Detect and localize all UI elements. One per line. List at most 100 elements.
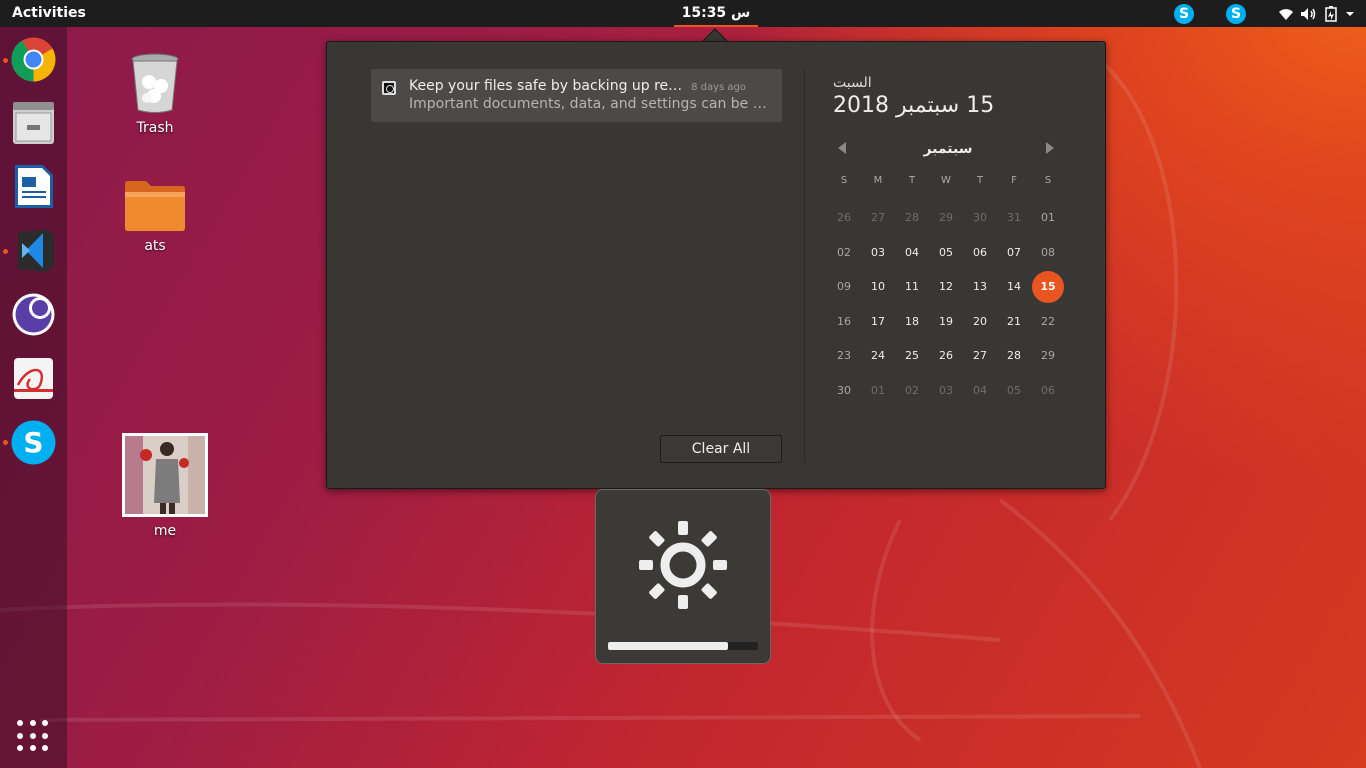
calendar-day[interactable]: 27 [861, 202, 895, 234]
calendar-day[interactable]: 06 [963, 237, 997, 269]
vpn-app-icon[interactable] [10, 291, 57, 338]
running-indicator [3, 440, 8, 445]
calendar-day[interactable]: 30 [827, 375, 861, 407]
skype-dock-icon[interactable]: S [10, 419, 57, 466]
skype-icon[interactable]: S [1174, 3, 1194, 24]
calendar-day-label: 12 [939, 280, 953, 294]
dock: S [0, 27, 67, 768]
calendar-day[interactable]: 31 [997, 202, 1031, 234]
calendar-day[interactable]: 28 [895, 202, 929, 234]
calendar-day[interactable]: 30 [963, 202, 997, 234]
calendar-day[interactable]: 15 [1031, 271, 1065, 304]
desktop-icon-label: me [153, 523, 177, 539]
calendar-day[interactable]: 24 [861, 340, 895, 372]
ats-folder[interactable]: ats [115, 180, 195, 254]
calendar-day[interactable]: 28 [997, 340, 1031, 372]
calendar-day[interactable]: 12 [929, 271, 963, 303]
calendar-day-label: 19 [939, 314, 953, 328]
wifi-icon[interactable] [1278, 7, 1294, 21]
divider [804, 69, 805, 463]
calendar-day[interactable]: 06 [1031, 375, 1065, 407]
calendar-day-label: 15 [1032, 271, 1064, 304]
calendar-day[interactable]: 13 [963, 271, 997, 303]
calendar-day[interactable]: 29 [1031, 340, 1065, 372]
calendar-day-label: 25 [905, 349, 919, 363]
calendar-day[interactable]: 01 [1031, 202, 1065, 234]
calendar-day[interactable]: 08 [1031, 237, 1065, 269]
next-month-icon[interactable] [1046, 142, 1054, 154]
calendar-day[interactable]: 26 [929, 340, 963, 372]
calendar-day[interactable]: 20 [963, 306, 997, 338]
calendar-day-label: 07 [1007, 245, 1021, 259]
clear-all-button[interactable]: Clear All [660, 435, 782, 463]
pdf-viewer-icon[interactable] [10, 355, 57, 402]
calendar-day-label: 03 [939, 383, 953, 397]
skype-icon[interactable]: S [1226, 3, 1246, 24]
calendar-day[interactable]: 07 [997, 237, 1031, 269]
brightness-level-bar [608, 642, 758, 650]
chrome-icon[interactable] [10, 36, 57, 83]
clock-button[interactable]: س 15:35 [674, 0, 758, 27]
calendar-day[interactable]: 27 [963, 340, 997, 372]
calendar-day[interactable]: 04 [895, 237, 929, 269]
calendar-day-label: 30 [973, 211, 987, 225]
calendar-day[interactable]: 01 [861, 375, 895, 407]
trash-icon [131, 53, 179, 113]
calendar-day[interactable]: 23 [827, 340, 861, 372]
calendar-day-label: 14 [1007, 280, 1021, 294]
calendar-day[interactable]: 04 [963, 375, 997, 407]
running-indicator [3, 249, 8, 254]
calendar-day[interactable]: 10 [861, 271, 895, 303]
calendar-day-header: T [976, 175, 984, 186]
calendar-week-row: 02 03 04 05 06 07 08 [827, 236, 1069, 271]
calendar-day[interactable]: 16 [827, 306, 861, 338]
calendar-day-label: 10 [871, 280, 885, 294]
calendar-month-label: سبتمبر [923, 141, 973, 157]
calendar-day[interactable]: 17 [861, 306, 895, 338]
calendar-day-label: 01 [1041, 211, 1055, 225]
calendar-day[interactable]: 21 [997, 306, 1031, 338]
calendar-day-label: 06 [1041, 383, 1055, 397]
calendar-day[interactable]: 02 [827, 237, 861, 269]
calendar-day[interactable]: 18 [895, 306, 929, 338]
volume-icon[interactable] [1300, 7, 1318, 21]
calendar-week-row: 16 17 18 19 20 21 22 [827, 305, 1069, 340]
trash-desktop-icon[interactable]: Trash [115, 52, 195, 136]
calendar-day-label: 08 [1041, 245, 1055, 259]
calendar-day-label: 30 [837, 383, 851, 397]
me-image-file[interactable]: me [122, 433, 208, 539]
calendar-day-label: 18 [905, 314, 919, 328]
libreoffice-writer-icon[interactable] [10, 163, 57, 210]
activities-button[interactable]: Activities [12, 5, 86, 21]
calendar-weekday: السبت [833, 75, 872, 91]
calendar-day[interactable]: 29 [929, 202, 963, 234]
calendar-month-nav: سبتمبر [824, 139, 1072, 161]
calendar-day[interactable]: 25 [895, 340, 929, 372]
calendar-day[interactable]: 05 [929, 237, 963, 269]
calendar-day[interactable]: 26 [827, 202, 861, 234]
notification-time: 8 days ago [691, 82, 746, 93]
calendar-day-label: 11 [905, 280, 919, 294]
battery-icon[interactable] [1324, 5, 1338, 22]
calendar-day[interactable]: 03 [929, 375, 963, 407]
calendar-day[interactable]: 14 [997, 271, 1031, 303]
calendar-day-label: 13 [973, 280, 987, 294]
calendar-day[interactable]: 03 [861, 237, 895, 269]
calendar-day[interactable]: 22 [1031, 306, 1065, 338]
calendar-day[interactable]: 02 [895, 375, 929, 407]
notification-item[interactable]: Keep your files safe by backing up regu…… [371, 69, 782, 122]
files-icon[interactable] [10, 99, 57, 146]
notification-body: Important documents, data, and settings … [409, 96, 775, 112]
calendar-day[interactable]: 05 [997, 375, 1031, 407]
calendar-day-label: 09 [837, 280, 851, 294]
folder-icon [125, 181, 185, 231]
show-applications-icon[interactable] [17, 720, 49, 752]
calendar-day[interactable]: 11 [895, 271, 929, 303]
calendar-day[interactable]: 09 [827, 271, 861, 303]
calendar-grid: S M T W T F S 26 27 28 29 30 31 01 02 03 04 05 06 07 08 09 10… [827, 175, 1069, 408]
calendar-day-label: 28 [1007, 349, 1021, 363]
calendar-day[interactable]: 19 [929, 306, 963, 338]
calendar-full-date[interactable]: 15 سبتمبر 2018 [833, 93, 994, 118]
dropdown-arrow-icon[interactable] [1344, 10, 1356, 18]
vscode-icon[interactable] [10, 227, 57, 274]
